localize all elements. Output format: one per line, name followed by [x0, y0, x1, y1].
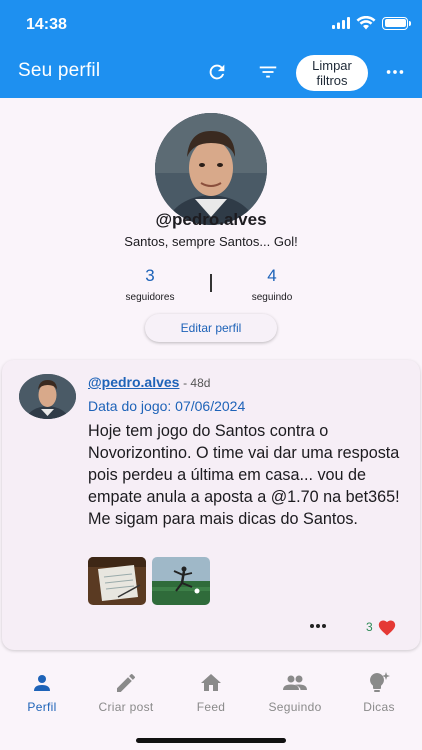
profile-handle: @pedro.alves — [155, 210, 267, 229]
like-button[interactable]: 3 — [366, 618, 397, 636]
nav-label: Dicas — [363, 700, 395, 714]
bottom-navigation: Perfil Criar post Feed Seguindo Dicas — [0, 662, 422, 750]
signal-icon — [332, 17, 350, 29]
home-indicator[interactable] — [136, 738, 286, 743]
notebook-image — [88, 557, 146, 605]
post-author-avatar[interactable] — [19, 374, 76, 419]
avatar-image — [19, 374, 76, 419]
nav-label: Criar post — [98, 700, 154, 714]
nav-label: Perfil — [27, 700, 57, 714]
stats-divider — [210, 274, 212, 292]
post-card: @pedro.alves - 48d Data do jogo: 07/06/2… — [2, 360, 420, 650]
followers-count: 3 — [145, 266, 155, 285]
following-count: 4 — [267, 266, 277, 285]
status-bar: 14:38 — [0, 0, 422, 48]
nav-item-criar-post[interactable]: Criar post — [84, 670, 168, 714]
clear-filters-button[interactable]: Limpar filtros — [296, 55, 368, 91]
status-time: 14:38 — [26, 16, 67, 33]
nav-item-dicas[interactable]: Dicas — [337, 670, 421, 714]
post-more-button[interactable] — [304, 616, 332, 636]
page-title: Seu perfil — [18, 60, 101, 81]
refresh-button[interactable] — [203, 58, 231, 86]
like-count: 3 — [366, 620, 373, 634]
status-icons — [332, 16, 411, 30]
following-stat[interactable]: 4 seguindo — [222, 266, 322, 303]
refresh-icon — [209, 64, 225, 80]
wifi-icon — [356, 16, 376, 30]
more-options-button[interactable] — [381, 58, 409, 86]
post-body: Hoje tem jogo do Santos contra o Novoriz… — [88, 422, 400, 528]
battery-icon — [382, 16, 411, 30]
nav-label: Seguindo — [268, 700, 322, 714]
post-header: @pedro.alves - 48d — [88, 374, 210, 390]
edit-profile-button[interactable]: Editar perfil — [145, 314, 277, 342]
post-age: - 48d — [183, 376, 211, 390]
soccer-image — [152, 557, 210, 605]
post-image-1[interactable] — [88, 557, 146, 605]
lightbulb-icon — [370, 672, 390, 692]
heart-icon — [378, 620, 395, 636]
profile-avatar[interactable] — [155, 113, 267, 225]
following-label: seguindo — [251, 292, 293, 303]
profile-bio: Santos, sempre Santos... Gol! — [124, 234, 298, 249]
post-image-2[interactable] — [152, 557, 210, 605]
post-game-date: Data do jogo: 07/06/2024 — [88, 398, 246, 414]
followers-label: seguidores — [125, 292, 175, 303]
post-author-link[interactable]: @pedro.alves — [88, 374, 179, 390]
filter-button[interactable] — [254, 58, 282, 86]
more-horiz-icon — [386, 70, 404, 74]
followers-stat[interactable]: 3 seguidores — [100, 266, 200, 303]
person-icon — [34, 675, 50, 691]
avatar-image — [155, 113, 267, 225]
app-header: 14:38 Seu perfil Limpar filtros — [0, 0, 422, 98]
nav-item-seguindo[interactable]: Seguindo — [253, 670, 337, 714]
profile-section: @pedro.alves Santos, sempre Santos... Go… — [0, 98, 422, 353]
home-icon — [201, 674, 221, 691]
nav-label: Feed — [196, 700, 226, 714]
filter-icon — [259, 66, 277, 78]
more-horiz-icon — [310, 624, 326, 628]
pencil-icon — [117, 673, 135, 692]
nav-item-feed[interactable]: Feed — [169, 670, 253, 714]
people-icon — [283, 675, 307, 690]
nav-item-perfil[interactable]: Perfil — [0, 670, 84, 714]
